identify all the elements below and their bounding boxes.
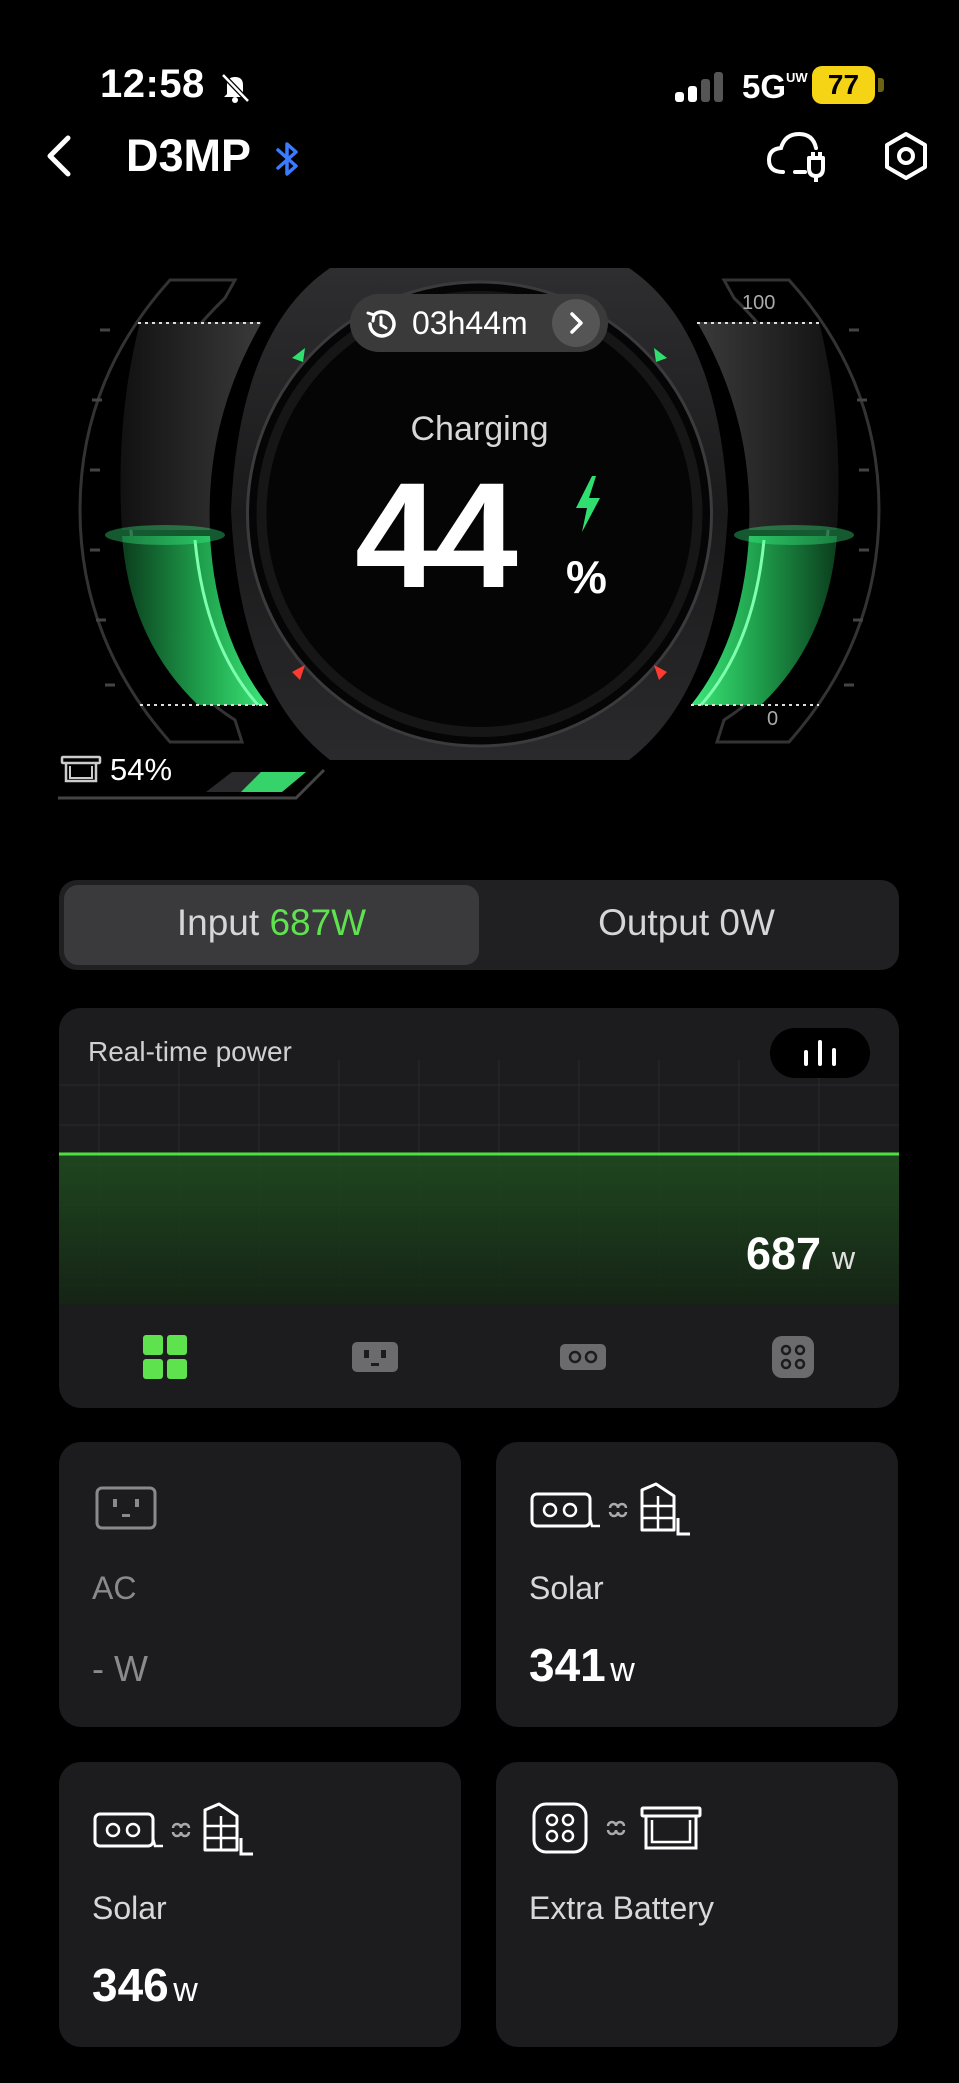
history-clock-icon — [366, 310, 396, 338]
battery-port-icon[interactable] — [768, 1332, 818, 1382]
back-chevron-icon[interactable] — [40, 130, 80, 182]
scale-min: 0 — [767, 708, 779, 730]
tab-output[interactable]: Output 0W — [479, 902, 894, 944]
source-label: Solar — [92, 1890, 167, 1926]
battery-level: 77 — [812, 66, 875, 104]
solar-link-icon — [530, 1482, 690, 1536]
battery-percent: 44 — [355, 451, 518, 619]
charging-status: Charging — [410, 410, 549, 448]
source-value: 346 w — [92, 1959, 198, 2011]
timer-detail-button[interactable] — [552, 299, 600, 347]
source-label: Extra Battery — [529, 1890, 714, 1926]
bell-muted-icon — [221, 73, 250, 103]
ac-outlet-icon — [95, 1486, 157, 1530]
chart-view-button[interactable] — [770, 1028, 870, 1078]
cloud-connect-icon[interactable] — [765, 128, 833, 184]
solar-link-icon — [93, 1802, 253, 1856]
percent-sign: % — [566, 551, 607, 603]
extra-battery-bar — [58, 768, 326, 800]
bluetooth-icon — [276, 142, 298, 176]
realtime-power-unit: w — [832, 1240, 856, 1276]
source-value: 341 w — [529, 1639, 635, 1691]
remaining-time: 03h44m — [412, 305, 528, 341]
chevron-right-icon — [570, 312, 583, 334]
source-label: Solar — [529, 1570, 604, 1606]
all-sources-grid-icon[interactable] — [140, 1332, 190, 1382]
charging-bolt-icon — [576, 476, 600, 532]
scale-max: 100 — [742, 292, 776, 314]
network-type: 5GUW — [742, 68, 808, 105]
ac-outlet-icon[interactable] — [350, 1332, 400, 1382]
realtime-power-title: Real-time power — [88, 1036, 292, 1067]
battery-tip — [878, 78, 884, 92]
page-title: D3MP — [126, 130, 252, 181]
extra-battery-link-icon — [532, 1802, 702, 1854]
realtime-power-value: 687 — [746, 1228, 822, 1279]
cell-signal-icon — [675, 70, 727, 102]
source-value: - W — [92, 1648, 148, 1689]
bar-chart-icon — [804, 1040, 836, 1066]
settings-hexagon-icon[interactable] — [880, 130, 932, 182]
status-time: 12:58 — [100, 62, 205, 106]
solar-port-icon[interactable] — [558, 1332, 608, 1382]
tab-input-label[interactable]: Input 687W — [64, 902, 479, 944]
source-label: AC — [92, 1570, 137, 1606]
